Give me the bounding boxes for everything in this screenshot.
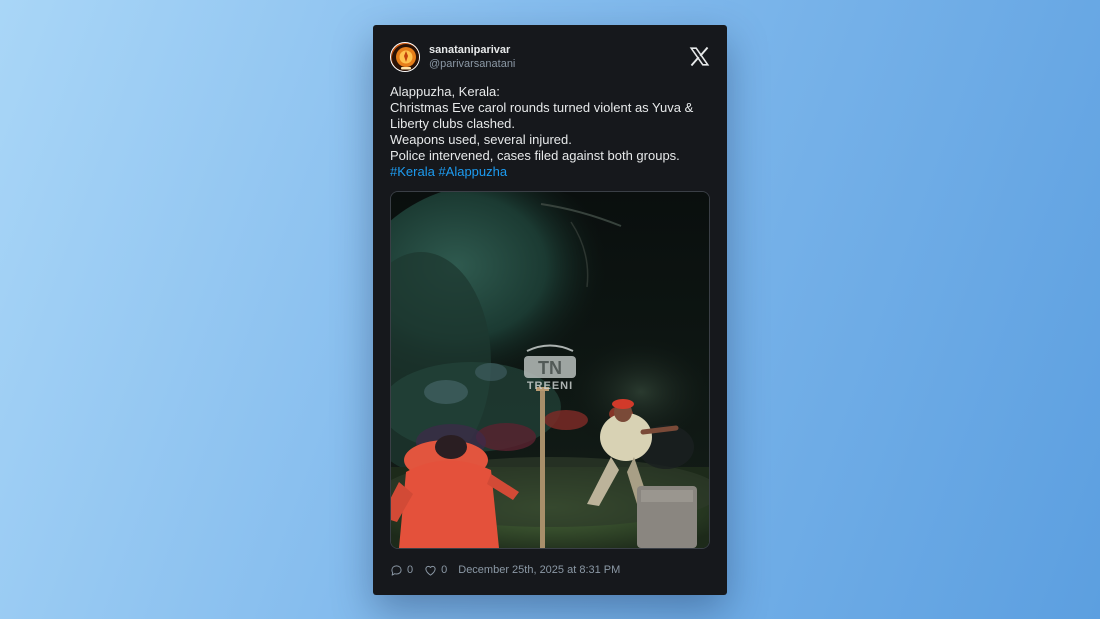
hashtag-list: #Kerala #Alappuzha [390, 164, 710, 180]
post-card: sanataniparivar @parivarsanatani Alappuz… [373, 25, 727, 595]
post-text-line: Weapons used, several injured. [390, 132, 572, 147]
post-text: Alappuzha, Kerala: Christmas Eve carol r… [390, 84, 710, 180]
hashtag-kerala[interactable]: #Kerala [390, 164, 435, 179]
video-watermark-text: TREENI [527, 380, 573, 392]
author-display-name[interactable]: sanataniparivar [429, 44, 515, 57]
reply-count: 0 [407, 564, 414, 576]
author-handle[interactable]: @parivarsanatani [429, 58, 515, 71]
post-text-line: Christmas Eve carol rounds turned violen… [390, 100, 694, 115]
hashtag-alappuzha[interactable]: #Alappuzha [438, 164, 507, 179]
like-button[interactable]: 0 [424, 564, 447, 577]
post-text-line: Police intervened, cases filed against b… [390, 148, 680, 163]
like-count: 0 [441, 564, 448, 576]
post-footer: 0 0 December 25th, 2025 at 8:31 PM [390, 562, 620, 578]
video-frame: TN TREENI [391, 192, 709, 548]
avatar-emblem-icon [392, 44, 419, 71]
reply-bubble-icon [391, 564, 402, 576]
video-watermark-logo: TN [538, 358, 562, 378]
post-timestamp[interactable]: December 25th, 2025 at 8:31 PM [458, 564, 620, 576]
post-header: sanataniparivar @parivarsanatani [390, 42, 710, 74]
post-text-line: Alappuzha, Kerala: [390, 84, 500, 99]
avatar[interactable] [390, 42, 420, 72]
x-logo-icon[interactable] [689, 46, 710, 67]
reply-button[interactable]: 0 [390, 564, 413, 577]
post-video[interactable]: TN TREENI [390, 191, 710, 549]
heart-icon [425, 565, 436, 576]
author-names: sanataniparivar @parivarsanatani [429, 44, 515, 71]
post-text-line: Liberty clubs clashed. [390, 116, 516, 131]
